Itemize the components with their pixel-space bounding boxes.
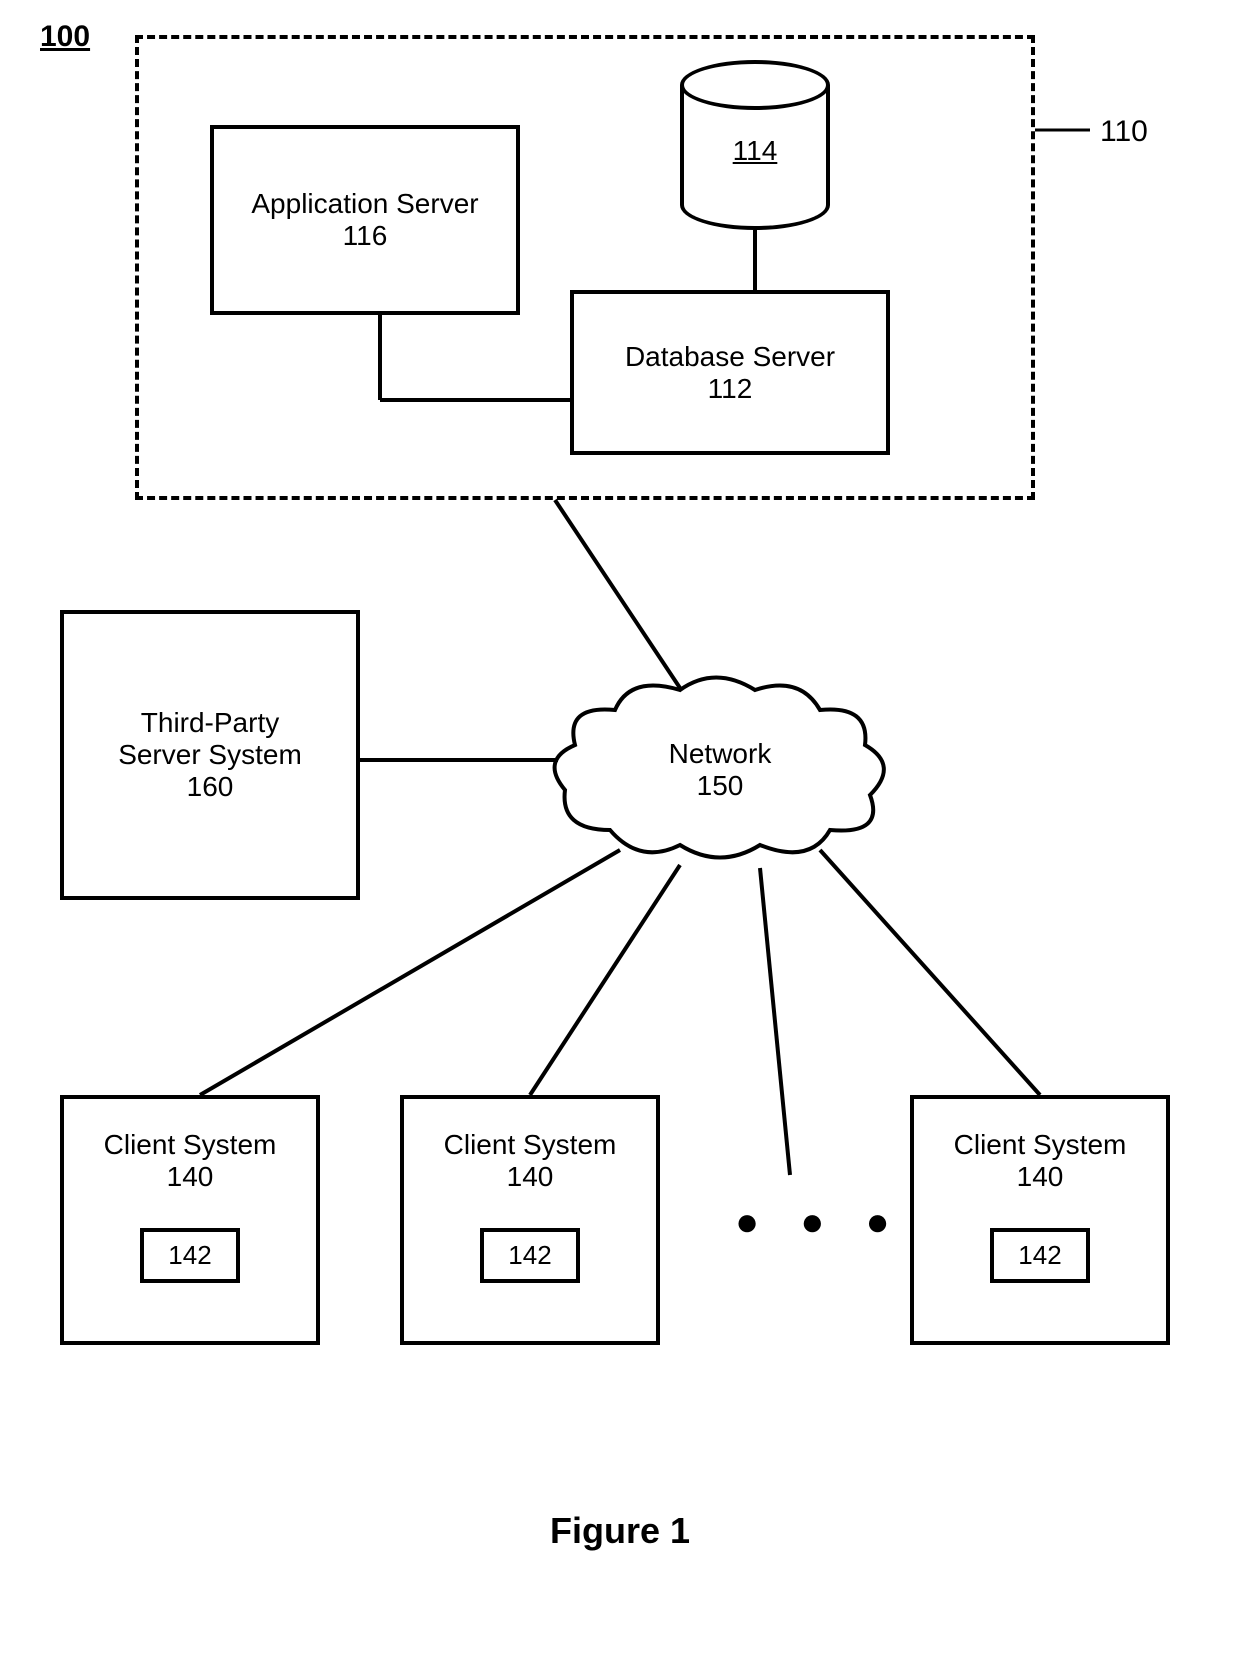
system-label: 100 <box>40 20 90 54</box>
client-title: Client System <box>404 1129 656 1161</box>
network-label-wrap: Network 150 <box>540 670 900 870</box>
third-party-box: Third-Party Server System 160 <box>60 610 360 900</box>
client-num: 140 <box>64 1161 316 1193</box>
client-inner-box: 142 <box>990 1228 1090 1283</box>
third-party-line1: Third-Party <box>141 707 279 739</box>
diagram-canvas: 100 110 Application Server 116 114 Datab… <box>0 0 1240 1657</box>
client-num: 140 <box>914 1161 1166 1193</box>
client-system-box: Client System 140 142 <box>60 1095 320 1345</box>
client-system-box: Client System 140 142 <box>910 1095 1170 1345</box>
client-title: Client System <box>64 1129 316 1161</box>
database-server-box: Database Server 112 <box>570 290 890 455</box>
application-server-title: Application Server <box>251 188 478 220</box>
client-inner-box: 142 <box>480 1228 580 1283</box>
client-inner-num: 142 <box>1018 1240 1061 1271</box>
client-inner-box: 142 <box>140 1228 240 1283</box>
database-server-num: 112 <box>708 373 753 405</box>
datastore-num: 114 <box>680 135 830 167</box>
ellipsis: ● ● ● <box>735 1200 905 1245</box>
datastore-cylinder: 114 <box>680 60 830 230</box>
network-num: 150 <box>697 770 744 802</box>
figure-caption: Figure 1 <box>0 1510 1240 1552</box>
application-server-box: Application Server 116 <box>210 125 520 315</box>
client-inner-num: 142 <box>508 1240 551 1271</box>
cylinder-bottom <box>680 180 830 230</box>
database-server-title: Database Server <box>625 341 835 373</box>
client-title: Client System <box>914 1129 1166 1161</box>
third-party-line2: Server System <box>118 739 302 771</box>
client-inner-num: 142 <box>168 1240 211 1271</box>
server-group-label: 110 <box>1100 115 1148 149</box>
network-title: Network <box>669 738 772 770</box>
application-server-num: 116 <box>343 220 388 252</box>
network-cloud: Network 150 <box>540 670 900 870</box>
client-system-box: Client System 140 142 <box>400 1095 660 1345</box>
cylinder-top <box>680 60 830 110</box>
third-party-num: 160 <box>187 771 234 803</box>
client-num: 140 <box>404 1161 656 1193</box>
